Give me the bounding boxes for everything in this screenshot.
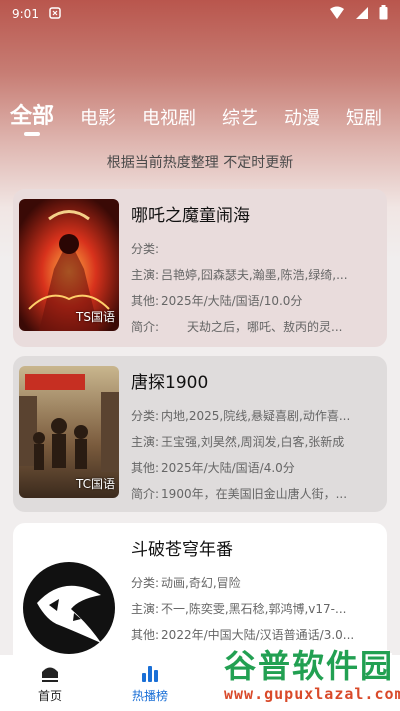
item-title: 斗破苍穹年番 (131, 540, 233, 560)
tab-anime[interactable]: 动漫 (284, 104, 320, 130)
list-item[interactable]: TS国语 哪吒之魔童闹海 分类: 主演: 吕艳婷,囧森瑟夫,瀚墨,陈浩,绿绮,..… (13, 189, 387, 347)
nav-home[interactable]: 首页 (0, 655, 100, 711)
cast-row: 主演: 吕艳婷,囧森瑟夫,瀚墨,陈浩,绿绮,... (131, 268, 348, 282)
cast-row: 主演: 王宝强,刘昊然,周润发,白客,张新成 (131, 435, 345, 449)
notification-icon (49, 6, 61, 22)
nav-hot-list-label: 热播榜 (131, 688, 168, 703)
home-icon (40, 663, 60, 683)
ranking-subtitle: 根据当前热度整理 不定时更新 (106, 155, 294, 171)
bar-chart-icon (140, 663, 160, 683)
other-row: 其他: 2025年/大陆/国语/4.0分 (131, 461, 295, 475)
battery-icon (379, 5, 388, 23)
intro-row: 简介: 天劫之后，哪吒、敖丙的灵... (131, 320, 343, 334)
nav-home-label: 首页 (37, 688, 62, 703)
category-row: 分类: (131, 242, 160, 256)
poster-image: TC国语 (19, 366, 119, 498)
tab-short-drama[interactable]: 短剧 (346, 104, 382, 130)
category-row: 分类: 内地,2025,院线,悬疑喜剧,动作喜... (131, 409, 351, 423)
signal-icon (355, 6, 369, 23)
status-time: 9:01 (12, 7, 39, 21)
intro-row: 简介: 1900年，在美国旧金山唐人街，... (131, 487, 348, 501)
status-bar: 9:01 (0, 0, 400, 28)
quality-tag: TS国语 (76, 310, 115, 324)
cast-row: 主演: 不一,陈奕雯,黑石稔,郭鸿博,v17-... (131, 602, 347, 616)
list-item[interactable]: TC国语 唐探1900 分类: 内地,2025,院线,悬疑喜剧,动作喜... 主演… (13, 356, 387, 512)
category-row: 分类: 动画,奇幻,冒险 (131, 576, 241, 590)
tab-movie[interactable]: 电影 (80, 104, 116, 130)
watermark-text: 谷普软件园 (224, 647, 395, 685)
other-row: 其他: 2025年/大陆/国语/10.0分 (131, 294, 303, 308)
poster-image: TS国语 (19, 199, 119, 331)
item-title: 哪吒之魔童闹海 (131, 206, 250, 226)
nav-hot-list[interactable]: 热播榜 (100, 655, 200, 711)
tab-all[interactable]: 全部 (10, 98, 54, 136)
category-tabs: 全部 电影 电视剧 综艺 动漫 短剧 (10, 98, 400, 136)
wifi-icon (329, 6, 345, 23)
tab-variety[interactable]: 综艺 (222, 104, 258, 130)
tab-tv[interactable]: 电视剧 (142, 104, 196, 130)
item-title: 唐探1900 (131, 373, 209, 393)
watermark-url: www.gupuxlazal.com (224, 685, 400, 703)
quality-tag: TC国语 (75, 477, 115, 491)
watermark: 谷普软件园 www.gupuxlazal.com (210, 641, 400, 711)
